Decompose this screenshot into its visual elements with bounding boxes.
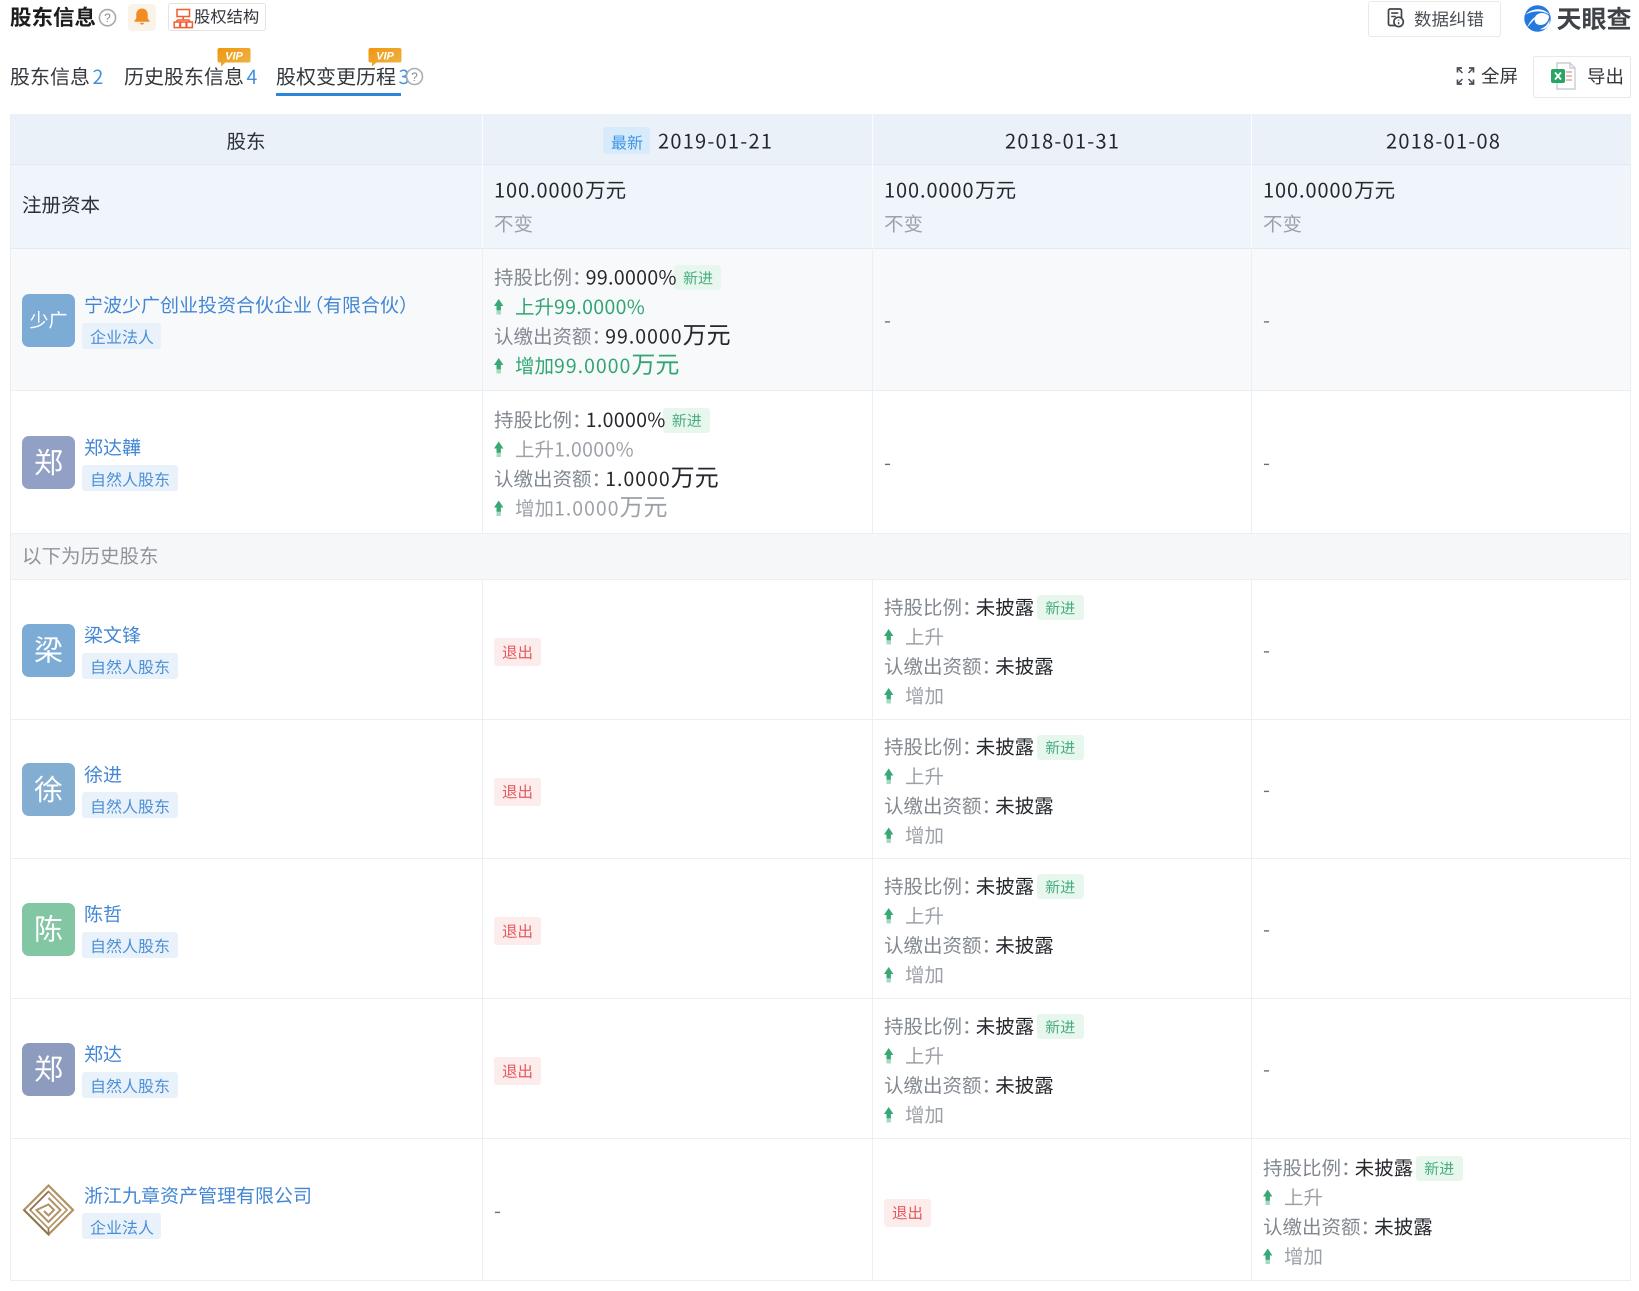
svg-text:?: ? xyxy=(104,11,111,25)
svg-text:?: ? xyxy=(411,70,418,84)
svg-text:VIP: VIP xyxy=(225,51,243,63)
svg-text:VIP: VIP xyxy=(376,51,394,63)
